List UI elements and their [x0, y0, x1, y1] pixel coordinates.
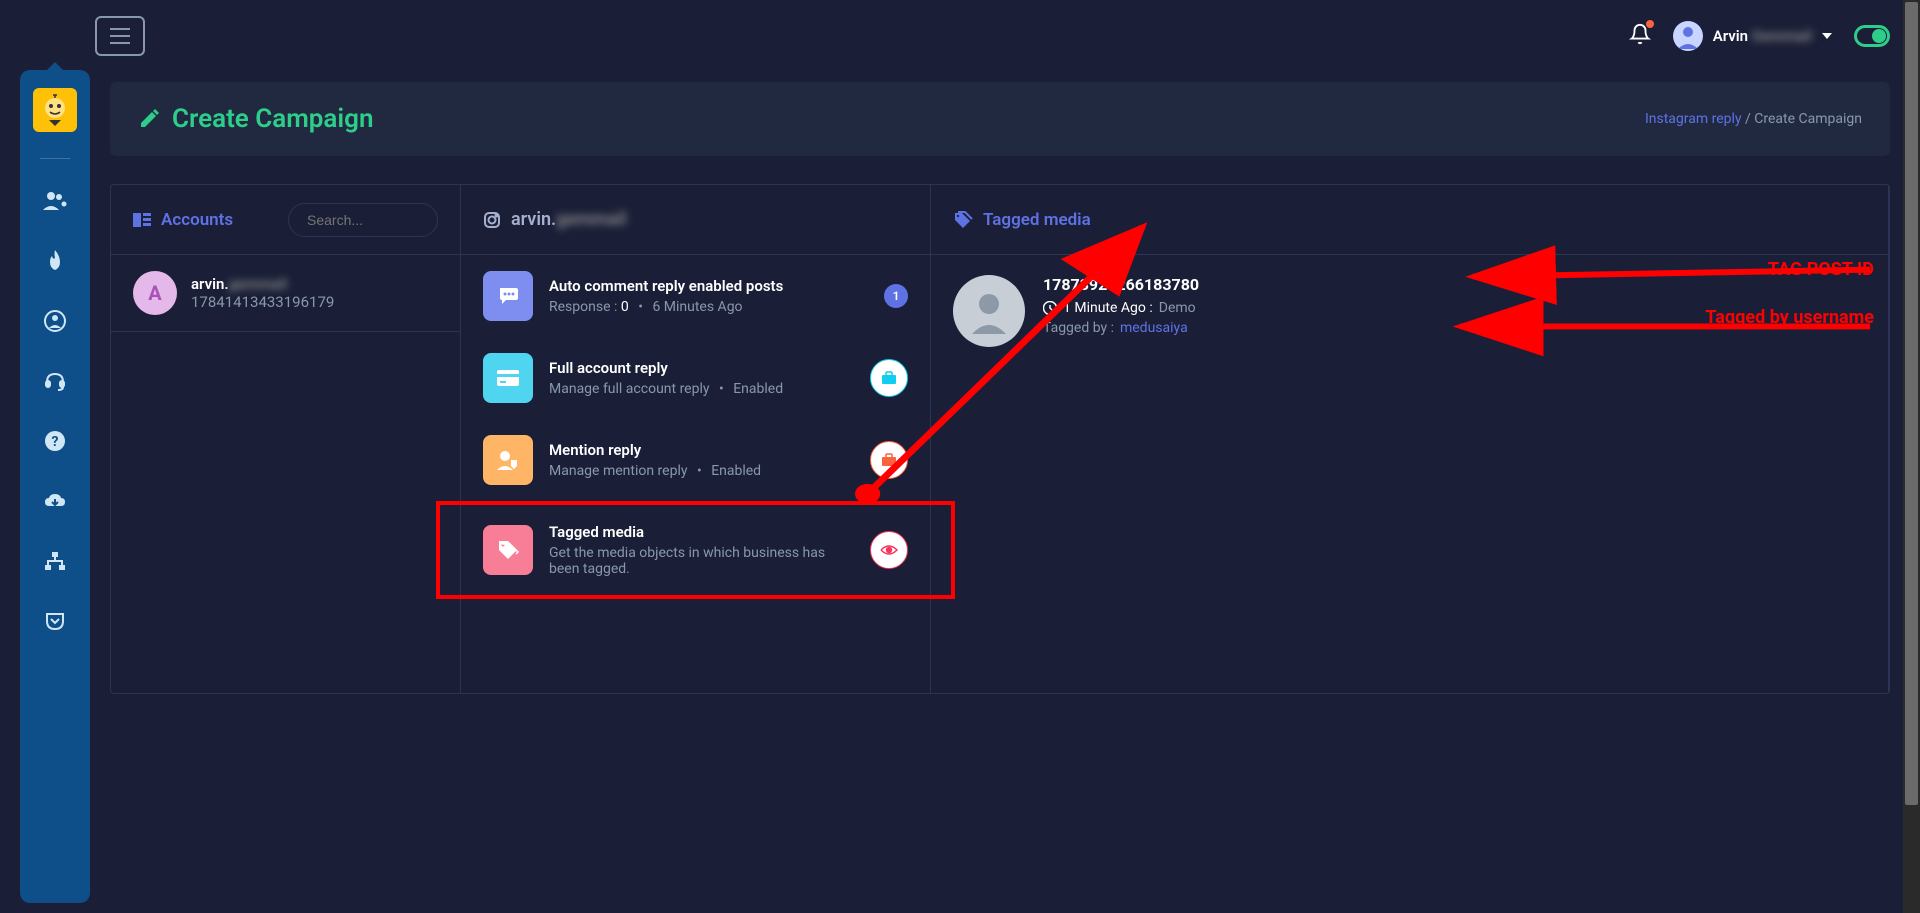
sidebar-icon-help[interactable]: ?: [35, 421, 75, 461]
briefcase-icon: [881, 371, 897, 385]
user-menu[interactable]: Arvin Gemmail: [1673, 21, 1832, 51]
feature-auto-comment[interactable]: Auto comment reply enabled posts Respons…: [461, 255, 930, 337]
action-button-orange[interactable]: [870, 441, 908, 479]
theme-toggle[interactable]: [1854, 25, 1890, 47]
svg-text:?: ?: [52, 434, 59, 450]
breadcrumb-current: Create Campaign: [1754, 111, 1862, 127]
tag-post-id: 17873925266183780: [1043, 275, 1199, 294]
avatar: [1673, 21, 1703, 51]
tags-icon: [953, 211, 973, 229]
divider: [40, 158, 70, 159]
scrollbar[interactable]: [1903, 0, 1920, 913]
instagram-icon: [483, 211, 501, 229]
sidebar-icon-user[interactable]: [35, 301, 75, 341]
feature-full-account-reply[interactable]: Full account reply Manage full account r…: [461, 337, 930, 419]
account-id: 17841413433196179: [191, 293, 334, 311]
tag-icon: [483, 525, 533, 575]
tagged-by: Tagged by : medusaiya: [1043, 320, 1199, 336]
account-row[interactable]: A arvin.gemmail 17841413433196179: [111, 255, 460, 332]
feature-title: Mention reply: [549, 441, 854, 459]
search-input[interactable]: [288, 203, 438, 237]
pencil-icon: [138, 108, 160, 130]
feature-title: Tagged media: [549, 523, 854, 541]
tagged-media-header: Tagged media: [931, 185, 1888, 255]
action-button-teal[interactable]: [870, 359, 908, 397]
user-tag-icon: [483, 435, 533, 485]
tag-time: 1 Minute Ago : Demo: [1043, 300, 1199, 316]
logo[interactable]: [33, 88, 77, 132]
features-column: arvin.gemmail Auto comment reply enabled…: [461, 185, 931, 693]
feature-sub: Response : 0 • 6 Minutes Ago: [549, 299, 868, 315]
sidebar-icon-users[interactable]: [35, 181, 75, 221]
page-title: Create Campaign: [172, 104, 373, 134]
sidebar-icon-cloud[interactable]: [35, 481, 75, 521]
scrollbar-thumb[interactable]: [1905, 2, 1918, 805]
briefcase-icon: [881, 453, 897, 467]
count-badge: 1: [884, 284, 908, 308]
account-avatar: A: [133, 271, 177, 315]
accounts-column: Accounts A arvin.gemmail 178414134331961…: [111, 185, 461, 693]
hamburger-button[interactable]: [95, 16, 145, 56]
sidebar-icon-headset[interactable]: [35, 361, 75, 401]
comment-icon: [483, 271, 533, 321]
main-content: Create Campaign Instagram reply / Create…: [110, 72, 1920, 724]
breadcrumb: Instagram reply / Create Campaign: [1645, 111, 1862, 127]
topbar-right: Arvin Gemmail: [1629, 21, 1890, 51]
accounts-header: Accounts: [111, 185, 460, 255]
notification-dot: [1646, 20, 1654, 28]
feature-title: Auto comment reply enabled posts: [549, 277, 868, 295]
topbar: Arvin Gemmail: [0, 0, 1920, 72]
features-header-username: arvin.gemmail: [511, 209, 626, 230]
accounts-header-label: Accounts: [161, 210, 233, 230]
account-name: arvin.gemmail: [191, 275, 334, 293]
user-name: Arvin Gemmail: [1713, 27, 1812, 45]
chevron-down-icon: [1822, 33, 1832, 39]
sidebar: ?: [20, 70, 90, 903]
feature-sub: Get the media objects in which business …: [549, 545, 854, 577]
sidebar-icon-network[interactable]: [35, 541, 75, 581]
sidebar-icon-pocket[interactable]: [35, 601, 75, 641]
breadcrumb-link[interactable]: Instagram reply: [1645, 111, 1742, 127]
action-button-view[interactable]: [870, 531, 908, 569]
eye-icon: [880, 544, 898, 556]
page-header: Create Campaign Instagram reply / Create…: [110, 82, 1890, 156]
tagged-avatar: [953, 275, 1025, 347]
feature-mention-reply[interactable]: Mention reply Manage mention reply • Ena…: [461, 419, 930, 501]
hamburger-icon: [110, 28, 130, 44]
columns-icon: [133, 213, 151, 227]
tagged-media-header-label: Tagged media: [983, 210, 1091, 230]
clock-icon: [1043, 301, 1057, 315]
feature-sub: Manage full account reply • Enabled: [549, 381, 854, 397]
tagged-media-item[interactable]: 17873925266183780 1 Minute Ago : Demo Ta…: [931, 255, 1888, 367]
feature-tagged-media[interactable]: Tagged media Get the media objects in wh…: [461, 501, 930, 599]
features-header: arvin.gemmail: [461, 185, 930, 255]
feature-title: Full account reply: [549, 359, 854, 377]
card-icon: [483, 353, 533, 403]
tagged-by-link[interactable]: medusaiya: [1120, 320, 1188, 336]
content-grid: Accounts A arvin.gemmail 178414134331961…: [110, 184, 1890, 694]
feature-sub: Manage mention reply • Enabled: [549, 463, 854, 479]
sidebar-icon-fire[interactable]: [35, 241, 75, 281]
notifications-button[interactable]: [1629, 23, 1651, 49]
tagged-media-column: Tagged media 17873925266183780 1 Minute …: [931, 185, 1889, 693]
